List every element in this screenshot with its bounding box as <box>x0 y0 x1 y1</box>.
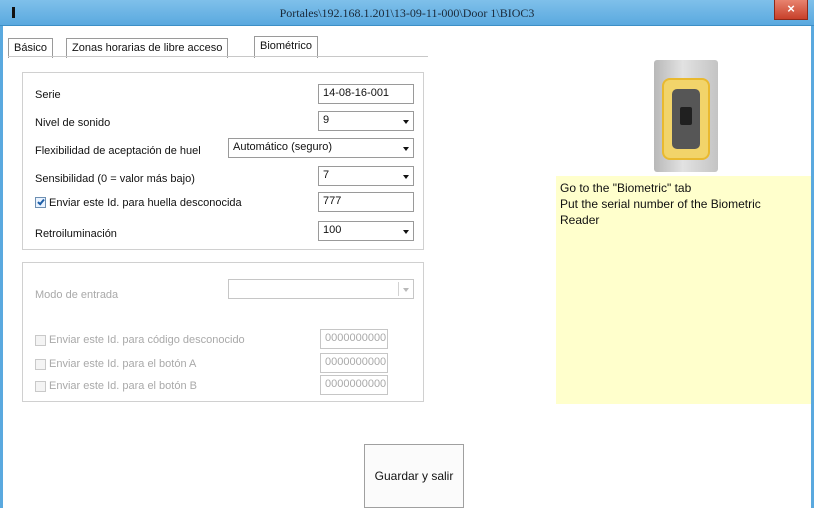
close-icon: × <box>787 1 795 16</box>
chevron-down-icon <box>403 288 409 292</box>
chevron-down-icon <box>403 147 409 151</box>
reader-face <box>672 89 700 149</box>
sensibilidad-select[interactable]: 7 <box>318 166 414 186</box>
enviar-id-codigo-input[interactable]: 0000000000 <box>320 329 388 349</box>
tab-divider <box>8 56 428 57</box>
reader-ring <box>662 78 710 160</box>
enviar-id-codigo-label: Enviar este Id. para código desconocido <box>49 334 245 346</box>
flexibilidad-label: Flexibilidad de aceptación de huel <box>35 145 201 157</box>
note-line: Put the serial number of the Biometric <box>560 197 761 211</box>
biometric-reader-image <box>654 60 718 172</box>
tab-basico[interactable]: Básico <box>8 38 54 58</box>
chevron-down-icon <box>403 230 409 234</box>
enviar-id-boton-b-checkbox[interactable] <box>35 381 46 392</box>
close-button[interactable]: × <box>774 0 808 20</box>
enviar-id-boton-a-checkbox[interactable] <box>35 359 46 370</box>
tab-label: Zonas horarias de libre acceso <box>72 42 223 54</box>
serie-label: Serie <box>35 89 61 101</box>
biometric-settings-panel: Serie 14-08-16-001 Nivel de sonido 9 Fle… <box>22 72 424 250</box>
save-and-exit-button[interactable]: Guardar y salir <box>364 444 464 508</box>
enviar-id-boton-b-input[interactable]: 0000000000 <box>320 375 388 395</box>
sensibilidad-label: Sensibilidad (0 = valor más bajo) <box>35 173 195 185</box>
flexibilidad-value: Automático (seguro) <box>233 141 333 153</box>
title-bar[interactable]: Portales\192.168.1.201\13-09-11-000\Door… <box>0 0 814 26</box>
chevron-down-icon <box>403 120 409 124</box>
fingerprint-sensor-icon <box>680 107 692 125</box>
retroiluminacion-label: Retroiluminación <box>35 228 117 240</box>
nivel-sonido-label: Nivel de sonido <box>35 117 111 129</box>
flexibilidad-select[interactable]: Automático (seguro) <box>228 138 414 158</box>
modo-entrada-select[interactable] <box>228 279 414 299</box>
settings-window: Portales\192.168.1.201\13-09-11-000\Door… <box>0 0 814 508</box>
window-border-left <box>0 26 3 508</box>
tab-label: Biométrico <box>260 40 312 52</box>
serie-input[interactable]: 14-08-16-001 <box>318 84 414 104</box>
enviar-id-huella-input[interactable]: 777 <box>318 192 414 212</box>
enviar-id-boton-a-label: Enviar este Id. para el botón A <box>49 358 197 370</box>
dropdown-divider <box>398 282 399 296</box>
nivel-sonido-select[interactable]: 9 <box>318 111 414 131</box>
tab-zonas-horarias[interactable]: Zonas horarias de libre acceso <box>66 38 229 58</box>
tab-label: Básico <box>14 42 48 54</box>
enviar-id-huella-label: Enviar este Id. para huella desconocida <box>49 197 242 209</box>
note-line: Reader <box>560 213 600 227</box>
enviar-id-codigo-checkbox[interactable] <box>35 335 46 346</box>
nivel-sonido-value: 9 <box>323 114 330 126</box>
enviar-id-boton-a-input[interactable]: 0000000000 <box>320 353 388 373</box>
enviar-id-huella-checkbox[interactable] <box>35 197 46 208</box>
retroiluminacion-value: 100 <box>323 224 342 236</box>
checkmark-icon <box>37 197 45 206</box>
retroiluminacion-select[interactable]: 100 <box>318 221 414 241</box>
tab-biometrico[interactable]: Biométrico <box>254 36 318 58</box>
window-title: Portales\192.168.1.201\13-09-11-000\Door… <box>279 6 535 20</box>
chevron-down-icon <box>403 175 409 179</box>
modo-entrada-label: Modo de entrada <box>35 289 119 301</box>
note-line: Go to the "Biometric" tab <box>560 181 692 195</box>
instruction-note: Go to the "Biometric" tab Put the serial… <box>556 176 811 404</box>
entry-mode-panel: Modo de entrada Enviar este Id. para cód… <box>22 262 424 402</box>
sensibilidad-value: 7 <box>323 169 330 181</box>
enviar-id-boton-b-label: Enviar este Id. para el botón B <box>49 380 197 392</box>
